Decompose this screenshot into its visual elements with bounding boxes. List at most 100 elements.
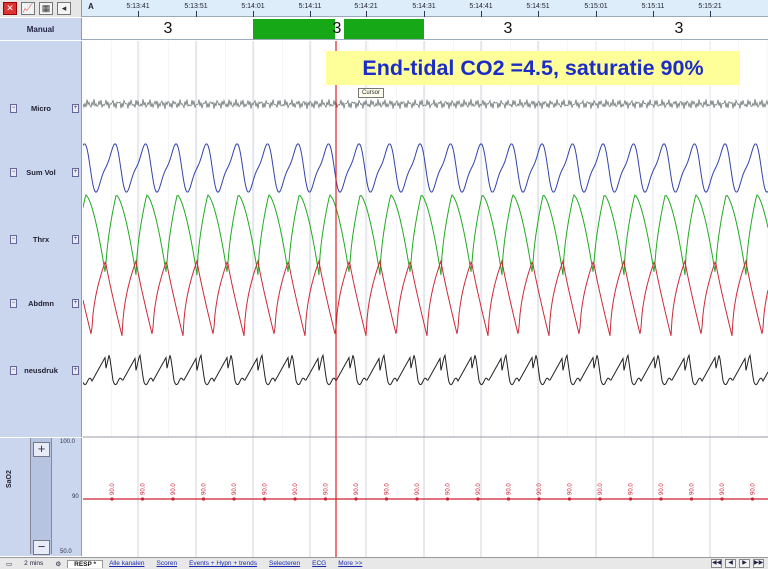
- tab-selecteren[interactable]: Selecteren: [263, 560, 306, 567]
- cursor-tooltip: Cursor: [358, 88, 385, 98]
- first-page-icon[interactable]: ◀◀: [711, 559, 722, 568]
- signal-graph[interactable]: 90.0 90.0 90.0 90.0 90.0 90.0 90.0 90.0 90.0 90.0…: [83, 41, 768, 557]
- window-length-select[interactable]: 2 mins: [18, 560, 49, 567]
- tab-scoren[interactable]: Scoren: [150, 560, 183, 567]
- chart-icon[interactable]: 📈: [21, 2, 35, 15]
- toolbar: ✕ 📈 ▦ ◂: [0, 0, 82, 17]
- navigation-controls: ◀◀ ◀ ▶ ▶▶: [711, 559, 768, 568]
- channel-label-thrx: Thrx: [32, 235, 50, 244]
- time-gridlines: [83, 41, 768, 557]
- signal-traces: [83, 98, 768, 386]
- sao2-point: [720, 497, 724, 501]
- channel-label-abdmn: Abdmn: [28, 299, 54, 308]
- sao2-value-label: 90.0: [385, 483, 391, 495]
- sao2-value-label: 90.0: [171, 483, 177, 495]
- sao2-value-label: 90.0: [110, 483, 116, 495]
- ruler-letter: A: [88, 2, 94, 11]
- zoom-in-button[interactable]: +: [33, 442, 50, 457]
- sao2-value-label: 90.0: [446, 483, 452, 495]
- scale-mid-label: 90: [72, 494, 79, 500]
- channel-expand-button[interactable]: +: [72, 104, 79, 113]
- tab-events[interactable]: Events + Hypn + trends: [183, 560, 263, 567]
- ruler-tick-mark: [253, 11, 254, 17]
- sao2-value-label: 90.0: [537, 483, 543, 495]
- close-icon[interactable]: ✕: [3, 2, 17, 15]
- sao2-value-label: 90.0: [324, 483, 330, 495]
- sao2-point: [537, 497, 541, 501]
- score-block-green[interactable]: [253, 19, 335, 39]
- ruler-tick-mark: [538, 11, 539, 17]
- ruler-tick-mark: [710, 11, 711, 17]
- channel-expand-button[interactable]: +: [72, 168, 79, 177]
- ruler-tick-mark: [310, 11, 311, 17]
- time-ruler[interactable]: ✕ 📈 ▦ ◂ A 5:13:41 5:13:51 5:14:01 5:14:11 5:…: [0, 0, 768, 17]
- sao2-value-label: 90.0: [629, 483, 635, 495]
- zoom-out-button[interactable]: −: [33, 540, 50, 555]
- sao2-value-label: 90.0: [263, 483, 269, 495]
- sao2-value-label: 90.0: [690, 483, 696, 495]
- score-block-green[interactable]: [344, 19, 424, 39]
- calendar-icon[interactable]: ▦: [39, 2, 53, 15]
- minimize-icon[interactable]: ▭: [0, 560, 18, 568]
- channel-expand-button[interactable]: +: [72, 299, 79, 308]
- sao2-point: [628, 497, 633, 501]
- tab-alle-kanalen[interactable]: Alle kanalen: [103, 560, 150, 567]
- sao2-panel: + − SaO2 100.0 90 50.0: [0, 438, 82, 556]
- sao2-value-label: 90.0: [415, 483, 421, 495]
- sleep-stage-score: 3: [332, 20, 342, 37]
- manual-score-row[interactable]: Manual 3 3 3 3: [0, 18, 768, 40]
- sleep-stage-score: 3: [674, 20, 684, 37]
- ruler-time-label: 5:14:11: [298, 3, 322, 10]
- settings-icon[interactable]: ⚙: [49, 560, 67, 568]
- sao2-value-label: 90.0: [354, 483, 360, 495]
- tab-more[interactable]: More >>: [332, 560, 368, 567]
- last-page-icon[interactable]: ▶▶: [753, 559, 764, 568]
- channel-label-micro: Micro: [30, 104, 51, 113]
- trace-abdmn: [83, 259, 768, 337]
- sao2-point: [262, 497, 267, 501]
- sao2-scale-slider[interactable]: + −: [30, 438, 52, 555]
- tab-ecg[interactable]: ECG: [306, 560, 332, 567]
- sao2-point: [232, 497, 236, 501]
- sao2-value-label: 90.0: [751, 483, 757, 495]
- sao2-point: [598, 497, 602, 501]
- sao2-point: [659, 497, 663, 501]
- ruler-tick-mark: [366, 11, 367, 17]
- channel-expand-button[interactable]: +: [72, 235, 79, 244]
- channel-label-sum-vol: Sum Vol: [26, 168, 56, 177]
- sao2-value-label: 90.0: [720, 483, 726, 495]
- sao2-point: [384, 497, 389, 501]
- sao2-point: [567, 497, 572, 501]
- speaker-icon[interactable]: ◂: [57, 2, 71, 15]
- previous-page-icon[interactable]: ◀: [725, 559, 736, 568]
- ruler-time-label: 5:14:21: [354, 3, 378, 10]
- sleep-stage-score: 3: [503, 20, 513, 37]
- sao2-value-label: 90.0: [141, 483, 147, 495]
- sao2-point: [293, 497, 297, 501]
- polysomnography-window: ✕ 📈 ▦ ◂ A 5:13:41 5:13:51 5:14:01 5:14:11 5:…: [0, 0, 768, 569]
- manual-row-label: Manual: [0, 18, 82, 40]
- ruler-time-label: 5:15:01: [584, 3, 608, 10]
- sao2-value-label: 90.0: [568, 483, 574, 495]
- ruler-time-label: 5:14:51: [526, 3, 550, 10]
- channel-label-neusdruk: neusdruk: [24, 366, 58, 375]
- sao2-point: [354, 497, 358, 501]
- trace-sum-vol: [83, 143, 768, 193]
- scale-bottom-label: 50.0: [60, 549, 72, 555]
- ruler-tick-mark: [424, 11, 425, 17]
- next-page-icon[interactable]: ▶: [739, 559, 750, 568]
- tab-resp[interactable]: RESP *: [67, 559, 104, 568]
- sao2-point: [750, 497, 755, 501]
- trace-micro: [83, 98, 768, 110]
- ruler-time-label: 5:14:41: [469, 3, 493, 10]
- sao2-point: [506, 497, 511, 501]
- sao2-point: [445, 497, 450, 501]
- sao2-point: [476, 497, 480, 501]
- ruler-tick-mark: [596, 11, 597, 17]
- sao2-point: [689, 497, 694, 501]
- sao2-value-label: 90.0: [232, 483, 238, 495]
- bottom-bar: ▭ 2 mins ⚙ RESP * Alle kanalen Scoren Ev…: [0, 557, 768, 569]
- channel-expand-button[interactable]: +: [72, 366, 79, 375]
- channel-panel: − Micro + − Sum Vol + − Thrx + − Abdmn +…: [0, 41, 82, 437]
- sao2-trace: 90.0 90.0 90.0 90.0 90.0 90.0 90.0 90.0 90.0 90.0…: [83, 483, 768, 501]
